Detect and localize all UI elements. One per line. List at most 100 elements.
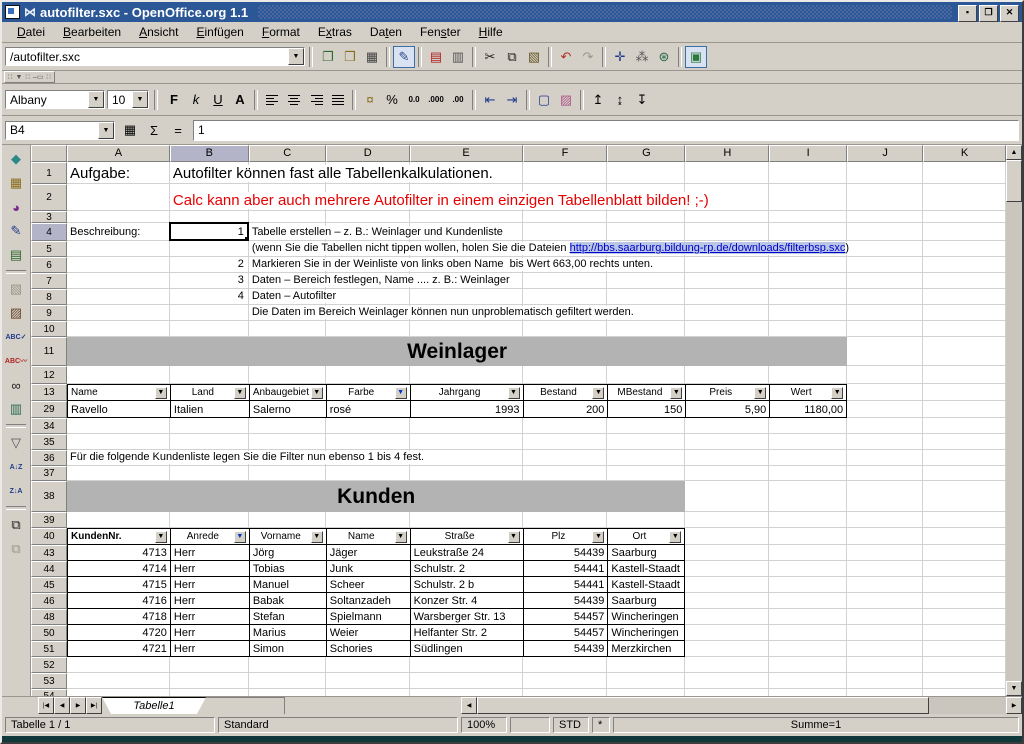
cell-C53[interactable] <box>249 673 326 689</box>
cell-E37[interactable] <box>410 466 523 481</box>
cell-B50[interactable]: Herr <box>170 625 249 641</box>
cell-G8[interactable] <box>607 289 685 305</box>
cell-I12[interactable] <box>769 366 847 384</box>
align-bottom-icon[interactable]: ↧ <box>631 89 653 111</box>
row-header-51[interactable]: 51 <box>31 641 67 657</box>
cell-E51[interactable]: Südlingen <box>410 641 523 657</box>
previous-sheet-button[interactable]: ◀ <box>54 697 70 714</box>
cell-H4[interactable] <box>685 223 769 241</box>
delete-decimal-icon[interactable]: .00 <box>447 89 469 111</box>
cell-D43[interactable]: Jäger <box>326 545 410 561</box>
cell-F46[interactable]: 54439 <box>523 593 608 609</box>
formula-input[interactable]: 1 <box>193 120 1019 141</box>
font-size-combo[interactable]: 10 ▼ <box>107 90 149 109</box>
cell-A46[interactable]: 4716 <box>67 593 170 609</box>
cell-B8[interactable]: 4 <box>170 289 249 305</box>
cell-B9[interactable] <box>170 305 249 321</box>
cell-G29[interactable]: 150 <box>607 401 685 418</box>
cell-D10[interactable] <box>326 321 410 337</box>
cell-K2[interactable] <box>923 184 1006 211</box>
column-header-J[interactable]: J <box>847 145 923 162</box>
row-header-10[interactable]: 10 <box>31 321 67 337</box>
cell-F39[interactable] <box>523 512 608 528</box>
cell-K44[interactable] <box>923 561 1006 577</box>
cell-J43[interactable] <box>847 545 923 561</box>
sort-descending-icon[interactable]: Z↓A <box>4 479 28 503</box>
autofilter-button-plz[interactable]: ▼ <box>592 531 604 543</box>
row-header-45[interactable]: 45 <box>31 577 67 593</box>
cell-J54[interactable] <box>847 689 923 696</box>
pin-toolbar-icon[interactable]: –▭ <box>33 73 44 81</box>
font-name-combo[interactable]: Albany ▼ <box>5 90 105 109</box>
cell-J51[interactable] <box>847 641 923 657</box>
cell-B1[interactable]: Autofilter können fast alle Tabellenkalk… <box>170 162 249 184</box>
cell-J12[interactable] <box>847 366 923 384</box>
cell-I3[interactable] <box>769 211 847 223</box>
sum-icon[interactable]: Σ <box>143 119 165 141</box>
font-color-icon[interactable]: A <box>229 89 251 111</box>
cell-H12[interactable] <box>685 366 769 384</box>
cell-C3[interactable] <box>249 211 326 223</box>
navigator-icon[interactable]: ✛ <box>609 46 631 68</box>
cell-B44[interactable]: Herr <box>170 561 249 577</box>
undo-icon[interactable]: ↶ <box>555 46 577 68</box>
cell-E45[interactable]: Schulstr. 2 b <box>410 577 523 593</box>
cell-A12[interactable] <box>67 366 170 384</box>
cell-J52[interactable] <box>847 657 923 673</box>
cell-K52[interactable] <box>923 657 1006 673</box>
cell-J1[interactable] <box>847 162 923 184</box>
cell-B35[interactable] <box>170 434 249 450</box>
cell-F4[interactable] <box>523 223 608 241</box>
cell-D44[interactable]: Junk <box>326 561 410 577</box>
cell-E54[interactable] <box>410 689 523 696</box>
cell-A51[interactable]: 4721 <box>67 641 170 657</box>
name-box-dropdown-icon[interactable]: ▼ <box>98 122 114 139</box>
cell-F36[interactable] <box>523 450 608 466</box>
cell-B2[interactable]: Calc kann aber auch mehrere Autofilter i… <box>170 184 249 211</box>
menu-hilfe[interactable]: Hilfe <box>470 23 512 41</box>
next-sheet-button[interactable]: ▶ <box>70 697 86 714</box>
cell-C13[interactable]: Anbaugebiet▼ <box>249 384 326 401</box>
cell-K12[interactable] <box>923 366 1006 384</box>
cell-F45[interactable]: 54441 <box>523 577 608 593</box>
bold-icon[interactable]: F <box>163 89 185 111</box>
cell-E40[interactable]: Straße▼ <box>410 528 523 545</box>
row-header-40[interactable]: 40 <box>31 528 67 545</box>
cell-G44[interactable]: Kastell-Staadt <box>607 561 685 577</box>
cell-H37[interactable] <box>685 466 769 481</box>
column-header-I[interactable]: I <box>769 145 847 162</box>
autofilter-button-vorname[interactable]: ▼ <box>311 531 323 543</box>
cell-D46[interactable]: Soltanzadeh <box>326 593 410 609</box>
function-icon[interactable]: = <box>167 119 189 141</box>
form-controls-icon[interactable]: ▤ <box>4 243 28 267</box>
cell-H50[interactable] <box>685 625 769 641</box>
cell-K46[interactable] <box>923 593 1006 609</box>
cell-G13[interactable]: MBestand▼ <box>607 384 685 401</box>
autofilter-button-preis[interactable]: ▼ <box>754 387 766 399</box>
underline-icon[interactable]: U <box>207 89 229 111</box>
cell-J45[interactable] <box>847 577 923 593</box>
cell-F48[interactable]: 54457 <box>523 609 608 625</box>
cell-B45[interactable]: Herr <box>170 577 249 593</box>
autofilter-button-kundennr.[interactable]: ▼ <box>155 531 167 543</box>
column-header-B[interactable]: B <box>170 145 249 162</box>
menu-format[interactable]: Format <box>253 23 309 41</box>
row-header-2[interactable]: 2 <box>31 184 67 211</box>
autofilter-button-anrede[interactable]: ▼ <box>234 531 246 543</box>
cell-K1[interactable] <box>923 162 1006 184</box>
sheet-tab-tabelle1[interactable]: Tabelle1 <box>102 697 206 714</box>
last-sheet-button[interactable]: ▶| <box>86 697 102 714</box>
cell-C51[interactable]: Simon <box>249 641 326 657</box>
cell-E39[interactable] <box>410 512 523 528</box>
cell-J44[interactable] <box>847 561 923 577</box>
cell-I8[interactable] <box>769 289 847 305</box>
cell-F44[interactable]: 54441 <box>523 561 608 577</box>
autofilter-button-name[interactable]: ▼ <box>395 531 407 543</box>
cell-A54[interactable] <box>67 689 170 696</box>
row-header-6[interactable]: 6 <box>31 257 67 273</box>
cell-G36[interactable] <box>607 450 685 466</box>
cell-H13[interactable]: Preis▼ <box>685 384 769 401</box>
cell-K43[interactable] <box>923 545 1006 561</box>
cell-J7[interactable] <box>847 273 923 289</box>
cell-D37[interactable] <box>326 466 410 481</box>
